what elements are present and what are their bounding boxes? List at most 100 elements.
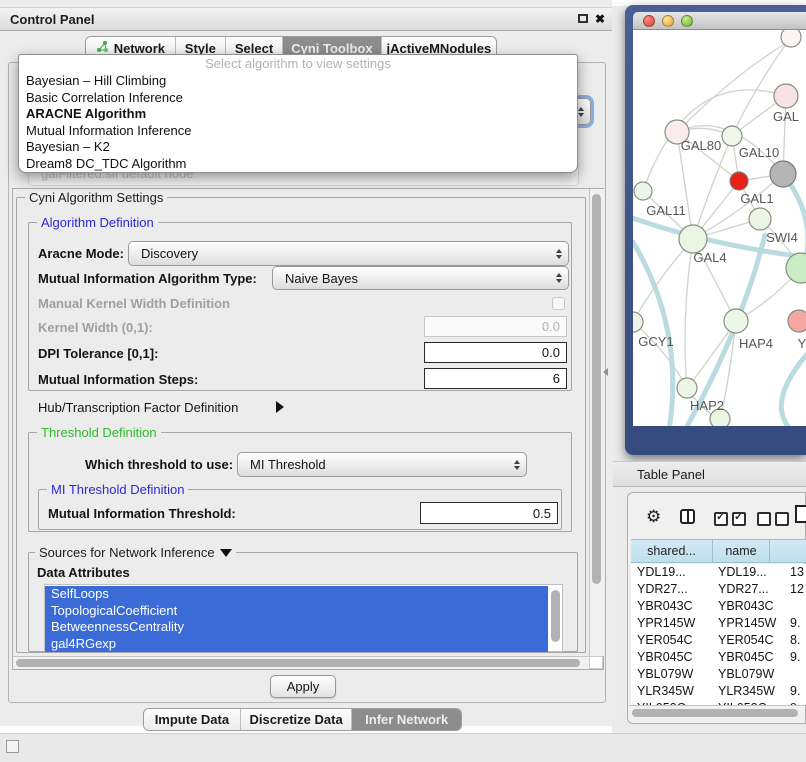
node-label: HAP4 xyxy=(739,336,773,351)
control-panel-header: Control Panel xyxy=(0,7,612,31)
table-row[interactable]: YBL079WYBL079W xyxy=(631,666,806,683)
table-cell: YDL19... xyxy=(637,564,686,581)
expand-arrow-icon[interactable] xyxy=(276,401,284,413)
table-header: shared...nameA xyxy=(631,539,806,563)
table-cell: 9. xyxy=(790,615,800,632)
column-header[interactable]: A xyxy=(770,540,806,562)
network-edge xyxy=(781,352,806,426)
data-attributes-label: Data Attributes xyxy=(34,565,133,580)
which-threshold-combo[interactable]: MI Threshold xyxy=(237,452,527,477)
network-canvas[interactable]: GALGAL80GAL10GAL1GAL11SWI4GAL4GCY1HAP4YH… xyxy=(633,30,806,426)
app-window: Control Panel ✖ Network Style Select Cyn… xyxy=(0,0,806,762)
group-title: Sources for Network Inference xyxy=(39,545,215,560)
table-cell: YPR145W xyxy=(637,615,695,632)
close-icon[interactable]: ✖ xyxy=(595,13,605,25)
table-row[interactable]: YDR27...YDR27...12 xyxy=(631,581,806,598)
table-cell: 13 xyxy=(790,564,804,581)
node-salmon[interactable] xyxy=(788,310,806,332)
attribute-list-item[interactable]: SelfLoops xyxy=(45,586,548,603)
kernel-width-field[interactable]: 0.0 xyxy=(424,316,567,337)
attribute-list-item[interactable]: BetweennessCentrality xyxy=(45,619,548,636)
network-edge xyxy=(633,322,687,388)
attribute-list-item[interactable]: gal4RGexp xyxy=(45,636,548,653)
algorithm-option[interactable]: Mutual Information Inference xyxy=(19,123,577,140)
combo-steppers-icon xyxy=(551,268,566,288)
scrollbar-corner xyxy=(589,656,603,669)
close-traffic-light[interactable] xyxy=(643,15,655,27)
collapse-arrow-icon[interactable] xyxy=(220,549,232,557)
zoom-traffic-light[interactable] xyxy=(681,15,693,27)
panel-toggle-icon[interactable] xyxy=(6,740,19,753)
bottom-bar xyxy=(0,733,806,762)
minimize-traffic-light[interactable] xyxy=(662,15,674,27)
panel-title: Control Panel xyxy=(0,8,612,32)
node-gal1-red[interactable] xyxy=(730,172,748,190)
manual-kernel-checkbox[interactable] xyxy=(552,297,565,310)
algorithm-option[interactable]: Dream8 DC_TDC Algorithm xyxy=(19,156,577,173)
algorithm-dropdown-popup: Select algorithm to view settings Bayesi… xyxy=(18,54,578,173)
node-gal10[interactable] xyxy=(722,126,742,146)
node-hap4[interactable] xyxy=(724,309,748,333)
node-gal-cut[interactable] xyxy=(774,84,798,108)
table-cell: 8. xyxy=(790,632,800,649)
apply-button[interactable]: Apply xyxy=(270,675,336,698)
node-label: GCY1 xyxy=(638,334,673,349)
gear-icon[interactable]: ⚙ xyxy=(646,508,661,525)
table-cell: 9. xyxy=(790,683,800,700)
tab-infer-network[interactable]: Infer Network xyxy=(352,709,461,730)
table-row[interactable]: YPR145W YPR145W 9. xyxy=(631,615,806,632)
table-cell: YPR145W xyxy=(718,615,776,632)
node-gal4[interactable] xyxy=(679,225,707,253)
aracne-mode-combo[interactable]: Discovery xyxy=(128,241,569,266)
node-label: Y xyxy=(798,336,806,351)
scrollbar-thumb[interactable] xyxy=(592,194,601,584)
deselect-all-checkboxes-icon[interactable] xyxy=(757,512,789,526)
attribute-list-item[interactable]: TopologicalCoefficient xyxy=(45,603,548,620)
table-row[interactable]: YER054CYER054C8. xyxy=(631,632,806,649)
scrollbar-thumb[interactable] xyxy=(16,659,580,667)
node-label: GAL10 xyxy=(739,145,779,160)
mi-type-combo[interactable]: Naive Bayes xyxy=(272,266,569,290)
tab-impute-data[interactable]: Impute Data xyxy=(144,709,241,730)
table-row[interactable]: YBR043CYBR043C xyxy=(631,598,806,615)
network-window-titlebar[interactable] xyxy=(633,12,806,30)
scrollbar-thumb[interactable] xyxy=(632,709,798,717)
aracne-mode-value: Discovery xyxy=(129,242,198,265)
table-cell: YLR345W xyxy=(637,683,694,700)
list-scrollbar-thumb[interactable] xyxy=(551,590,560,642)
aracne-mode-label: Aracne Mode: xyxy=(38,246,124,261)
node-big-green[interactable] xyxy=(786,253,806,283)
mi-threshold-label: Mutual Information Threshold: xyxy=(48,506,236,521)
kernel-width-label: Kernel Width (0,1): xyxy=(38,320,153,335)
table-body: YDL19...YDL19...13YDR27...YDR27...12YBR0… xyxy=(631,564,806,705)
table-row[interactable]: YBR045CYBR045C9. xyxy=(631,649,806,666)
columns-icon[interactable] xyxy=(680,509,695,524)
mi-threshold-field[interactable]: 0.5 xyxy=(420,502,558,524)
select-all-checkboxes-icon[interactable] xyxy=(714,512,746,526)
table-row[interactable]: YLR345WYLR345W9. xyxy=(631,683,806,700)
float-window-icon[interactable] xyxy=(578,14,588,23)
column-header[interactable]: name xyxy=(713,540,770,562)
network-edge xyxy=(685,239,693,388)
node-top[interactable] xyxy=(781,30,801,47)
column-header[interactable]: shared... xyxy=(631,540,713,562)
table-cell: 9. xyxy=(790,649,800,666)
algorithm-option[interactable]: Bayesian – Hill Climbing xyxy=(19,73,577,90)
node-gray[interactable] xyxy=(770,161,796,187)
file-icon[interactable] xyxy=(795,505,806,523)
split-divider-arrow[interactable] xyxy=(603,368,608,376)
algorithm-option[interactable]: ARACNE Algorithm xyxy=(19,106,577,123)
mi-steps-field[interactable]: 6 xyxy=(424,368,567,389)
dpi-tolerance-field[interactable]: 0.0 xyxy=(424,342,567,363)
node-swi4[interactable] xyxy=(749,208,771,230)
bottom-tabstrip: Impute Data Discretize Data Infer Networ… xyxy=(143,708,462,731)
node-label: GAL80 xyxy=(681,138,721,153)
algorithm-option[interactable]: Bayesian – K2 xyxy=(19,139,577,156)
table-row[interactable]: YDL19...YDL19...13 xyxy=(631,564,806,581)
node-gal11[interactable] xyxy=(634,182,652,200)
node-label: GAL1 xyxy=(740,191,773,206)
node-hap2[interactable] xyxy=(677,378,697,398)
tab-discretize-data[interactable]: Discretize Data xyxy=(241,709,353,730)
table-cell: YER054C xyxy=(718,632,774,649)
algorithm-option[interactable]: Basic Correlation Inference xyxy=(19,90,577,107)
